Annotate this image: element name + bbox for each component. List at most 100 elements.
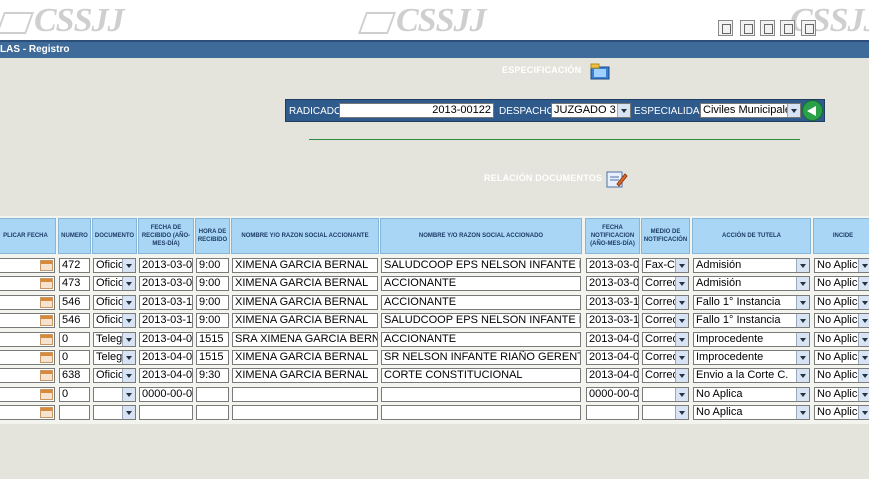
- chevron-down-icon[interactable]: [675, 259, 688, 272]
- numero-field[interactable]: 546: [59, 313, 90, 329]
- accionado-field[interactable]: SALUDCOOP EPS NELSON INFANTE MLES: [381, 313, 581, 329]
- medio-select[interactable]: Correo: [642, 331, 689, 347]
- date-apply-field[interactable]: [0, 386, 55, 402]
- accionante-field[interactable]: SRA XIMENA GARCIA BERNAL: [232, 331, 378, 347]
- chevron-down-icon[interactable]: [796, 332, 809, 346]
- refresh-icon[interactable]: [760, 20, 775, 36]
- medio-select[interactable]: [642, 386, 689, 402]
- numero-field[interactable]: 0: [59, 350, 90, 365]
- chevron-down-icon[interactable]: [796, 295, 809, 309]
- chevron-down-icon[interactable]: [122, 351, 135, 364]
- chevron-down-icon[interactable]: [796, 277, 809, 291]
- chevron-down-icon[interactable]: [796, 387, 809, 401]
- numero-field[interactable]: 638: [59, 368, 90, 384]
- accionado-field[interactable]: CORTE CONSTITUCIONAL: [381, 368, 581, 384]
- incidente-select[interactable]: No Aplica: [814, 258, 869, 273]
- fecha-recibido-field[interactable]: 0000-00-00: [139, 386, 193, 402]
- chevron-down-icon[interactable]: [858, 332, 869, 346]
- documento-select[interactable]: Oficio: [93, 313, 136, 329]
- accion-select[interactable]: Fallo 1° Instancia: [693, 313, 810, 329]
- accion-select[interactable]: Improcedente: [693, 350, 810, 365]
- chevron-down-icon[interactable]: [122, 314, 135, 328]
- calendar-icon[interactable]: [40, 315, 53, 327]
- accionante-field[interactable]: XIMENA GARCIA BERNAL: [232, 258, 378, 273]
- fecha-recibido-field[interactable]: 2013-04-03: [139, 350, 193, 365]
- hora-field[interactable]: 9:30: [196, 368, 229, 384]
- chevron-down-icon[interactable]: [675, 295, 688, 309]
- accion-select[interactable]: No Aplica: [693, 405, 810, 421]
- medio-select[interactable]: Correo: [642, 294, 689, 310]
- calendar-icon[interactable]: [40, 278, 53, 290]
- chevron-down-icon[interactable]: [617, 104, 630, 117]
- chevron-down-icon[interactable]: [122, 406, 135, 420]
- hora-field[interactable]: 9:00: [196, 276, 229, 292]
- chevron-down-icon[interactable]: [122, 277, 135, 291]
- date-apply-field[interactable]: [0, 405, 55, 421]
- hora-field[interactable]: [196, 405, 229, 421]
- incidente-select[interactable]: No Aplica: [814, 313, 869, 329]
- accion-select[interactable]: Admisión: [693, 258, 810, 273]
- calendar-icon[interactable]: [40, 388, 53, 400]
- preview-icon[interactable]: [780, 20, 795, 36]
- chevron-down-icon[interactable]: [858, 314, 869, 328]
- incidente-select[interactable]: No Aplica: [814, 368, 869, 384]
- edit-doc-icon[interactable]: [604, 168, 628, 190]
- fecha-recibido-field[interactable]: 2013-03-07: [139, 276, 193, 292]
- hora-field[interactable]: 9:00: [196, 294, 229, 310]
- chevron-down-icon[interactable]: [122, 387, 135, 401]
- chevron-down-icon[interactable]: [858, 387, 869, 401]
- accionado-field[interactable]: [381, 386, 581, 402]
- chevron-down-icon[interactable]: [858, 277, 869, 291]
- copy-icon[interactable]: [801, 20, 816, 36]
- hora-field[interactable]: 9:00: [196, 313, 229, 329]
- date-apply-field[interactable]: [0, 294, 55, 310]
- chevron-down-icon[interactable]: [796, 406, 809, 420]
- chevron-down-icon[interactable]: [675, 406, 688, 420]
- medio-select[interactable]: Correo: [642, 276, 689, 292]
- accionado-field[interactable]: ACCIONANTE: [381, 294, 581, 310]
- fecha-recibido-field[interactable]: 2013-03-19: [139, 313, 193, 329]
- chevron-down-icon[interactable]: [675, 369, 688, 383]
- chevron-down-icon[interactable]: [796, 259, 809, 272]
- chevron-down-icon[interactable]: [122, 259, 135, 272]
- numero-field[interactable]: 0: [59, 331, 90, 347]
- radicado-input[interactable]: 2013-00122: [339, 103, 494, 118]
- accionado-field[interactable]: SALUDCOOP EPS NELSON INFANTE MLES: [381, 258, 581, 273]
- calendar-icon[interactable]: [40, 407, 53, 419]
- calendar-icon[interactable]: [40, 333, 53, 345]
- chevron-down-icon[interactable]: [796, 351, 809, 364]
- accionante-field[interactable]: XIMENA GARCIA BERNAL: [232, 368, 378, 384]
- chevron-down-icon[interactable]: [858, 351, 869, 364]
- fecha-recibido-field[interactable]: 2013-04-08: [139, 368, 193, 384]
- accion-select[interactable]: Fallo 1° Instancia: [693, 294, 810, 310]
- medio-select[interactable]: Correo: [642, 368, 689, 384]
- accion-select[interactable]: Admisión: [693, 276, 810, 292]
- documento-select[interactable]: Telegr: [93, 331, 136, 347]
- medio-select[interactable]: Correo: [642, 313, 689, 329]
- chevron-down-icon[interactable]: [122, 295, 135, 309]
- chevron-down-icon[interactable]: [787, 104, 800, 117]
- numero-field[interactable]: 546: [59, 294, 90, 310]
- fecha-recibido-field[interactable]: 2013-04-03: [139, 331, 193, 347]
- accionante-field[interactable]: [232, 405, 378, 421]
- fecha-notificacion-field[interactable]: 0000-00-00: [586, 386, 639, 402]
- calendar-icon[interactable]: [40, 370, 53, 382]
- chevron-down-icon[interactable]: [675, 314, 688, 328]
- accion-select[interactable]: Improcedente: [693, 331, 810, 347]
- numero-field[interactable]: [59, 405, 90, 421]
- chevron-down-icon[interactable]: [858, 259, 869, 272]
- accion-select[interactable]: Envio a la Corte C.: [693, 368, 810, 384]
- chevron-down-icon[interactable]: [858, 295, 869, 309]
- accion-select[interactable]: No Aplica: [693, 386, 810, 402]
- chevron-down-icon[interactable]: [675, 332, 688, 346]
- documento-select[interactable]: Telegr: [93, 350, 136, 365]
- date-apply-field[interactable]: [0, 276, 55, 292]
- fecha-notificacion-field[interactable]: [586, 405, 639, 421]
- incidente-select[interactable]: No Aplica: [814, 294, 869, 310]
- accionante-field[interactable]: XIMENA GARCIA BERNAL: [232, 350, 378, 365]
- accionante-field[interactable]: [232, 386, 378, 402]
- fecha-notificacion-field[interactable]: 2013-03-07: [586, 276, 639, 292]
- accionante-field[interactable]: XIMENA GARCIA BERNAL: [232, 294, 378, 310]
- medio-select[interactable]: Correo: [642, 350, 689, 365]
- chevron-down-icon[interactable]: [675, 277, 688, 291]
